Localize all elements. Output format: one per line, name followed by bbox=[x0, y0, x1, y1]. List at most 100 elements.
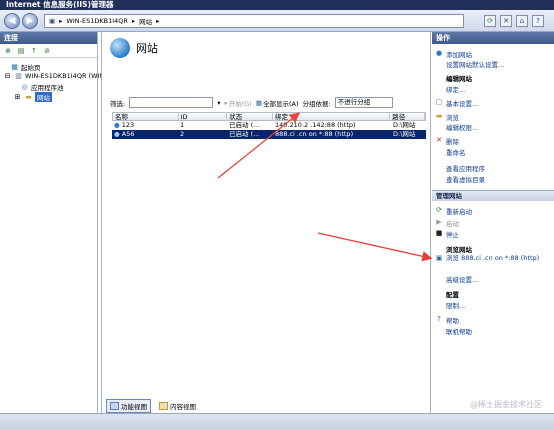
table-row[interactable]: ● A56 2 已启动 (... 888.ci .cn on *:88 (htt… bbox=[112, 130, 426, 139]
forward-button[interactable]: ▶ bbox=[22, 13, 38, 29]
column-name[interactable]: 名称 bbox=[113, 113, 179, 120]
refresh-icon[interactable]: ⟳ bbox=[484, 15, 496, 27]
app-pool-icon: ◎ bbox=[21, 83, 28, 91]
site-globe-icon: ● bbox=[114, 121, 120, 129]
filter-dropdown-icon[interactable]: ▾ bbox=[217, 99, 220, 107]
action-help[interactable]: ? 帮助 bbox=[435, 315, 459, 325]
site-id-cell: 1 bbox=[180, 121, 185, 129]
breadcrumb-server[interactable]: WIN-ES1DKB1I4QR bbox=[66, 17, 127, 25]
section-browse-site: 浏览网站 bbox=[435, 244, 472, 254]
action-site-defaults[interactable]: 设置网站默认设置... bbox=[435, 59, 504, 69]
filter-bar: 筛选: ▾ ▸ 开始(G) ▦ 全部显示(A) 分组依据: 不进行分组 bbox=[110, 96, 428, 109]
action-restart[interactable]: ⟳ 重新启动 bbox=[435, 206, 472, 216]
tab-features-view[interactable]: 功能视图 bbox=[106, 399, 151, 413]
tab-content-view[interactable]: 内容视图 bbox=[155, 399, 200, 413]
blank-icon bbox=[435, 147, 443, 155]
blank-icon bbox=[435, 84, 443, 92]
actions-header: 操作 bbox=[432, 32, 554, 44]
actions-pane: 操作 ● 添加网站 设置网站默认设置... 编辑网站 绑定... ▢ 基本设置.… bbox=[432, 32, 554, 429]
blank-icon bbox=[435, 163, 443, 171]
site-name-cell: ● A56 bbox=[114, 130, 135, 138]
status-bar bbox=[0, 413, 554, 429]
tree-item-start-page[interactable]: ▦ 起始页 bbox=[10, 62, 40, 72]
add-site-icon: ● bbox=[435, 49, 443, 57]
site-binding-cell: 140.210.2 .142:88 (http) bbox=[275, 121, 356, 129]
restart-icon: ⟳ bbox=[436, 206, 442, 214]
blank-icon bbox=[435, 326, 443, 334]
page-title: 网站 bbox=[136, 42, 158, 55]
sites-table: 名称 ID 状态 绑定 路径 ● 123 1 已启动 (... 140.210.… bbox=[112, 112, 426, 139]
site-path-cell: D:\网站 bbox=[393, 121, 416, 129]
delete-icon: ✕ bbox=[436, 136, 442, 144]
table-row[interactable]: ● 123 1 已启动 (... 140.210.2 .142:88 (http… bbox=[112, 121, 426, 130]
action-edit-permissions[interactable]: 编辑权限... bbox=[435, 122, 478, 132]
blank-icon bbox=[435, 174, 443, 182]
action-view-virtual-dirs[interactable]: 查看虚拟目录 bbox=[435, 174, 485, 184]
action-advanced-settings[interactable]: 高级设置... bbox=[435, 274, 478, 284]
group-by-label: 分组依据: bbox=[302, 99, 331, 108]
action-rename[interactable]: 重命名 bbox=[435, 147, 466, 157]
tree-item-server[interactable]: ⊟ ▥ WIN-ES1DKB1I4QR (WIN bbox=[3, 72, 105, 80]
action-add-site[interactable]: ● 添加网站 bbox=[435, 49, 472, 59]
connections-toolbar: ⊕ ▤ ↑ ⊘ bbox=[0, 44, 97, 58]
action-delete[interactable]: ✕ 删除 bbox=[435, 136, 459, 146]
action-basic-settings[interactable]: ▢ 基本设置... bbox=[435, 98, 479, 108]
blank-icon bbox=[435, 300, 443, 308]
action-browse-site[interactable]: ▣ 浏览 888.ci .cn on *:88 (http) bbox=[435, 254, 553, 262]
home-nav-icon[interactable]: ⌂ bbox=[516, 15, 528, 27]
group-by-select[interactable]: 不进行分组 bbox=[334, 97, 393, 108]
up-icon[interactable]: ↑ bbox=[29, 46, 39, 56]
home-icon: ▣ bbox=[49, 17, 56, 25]
content-view-icon bbox=[159, 402, 168, 410]
blank-icon bbox=[435, 122, 443, 130]
features-view-icon bbox=[110, 402, 119, 410]
start-icon: ▶ bbox=[436, 218, 442, 226]
action-limits[interactable]: 限制... bbox=[435, 300, 465, 310]
column-state[interactable]: 状态 bbox=[227, 113, 273, 120]
view-tabs: 功能视图 内容视图 bbox=[106, 399, 200, 413]
sites-globe-icon bbox=[110, 38, 130, 58]
action-view-applications[interactable]: 查看应用程序 bbox=[435, 163, 485, 173]
show-all-button[interactable]: ▦ 全部显示(A) bbox=[256, 98, 299, 108]
expand-icon[interactable]: ⊞ bbox=[13, 93, 22, 101]
column-path[interactable]: 路径 bbox=[390, 113, 425, 120]
start-filter-icon: ▸ bbox=[224, 98, 228, 107]
site-state-cell: 已启动 (... bbox=[229, 130, 260, 138]
tree-item-sites[interactable]: ⊞ ▬ 网站 bbox=[13, 92, 52, 102]
site-name-cell: ● 123 bbox=[114, 121, 135, 129]
tree-item-app-pools[interactable]: ◎ 应用程序池 bbox=[20, 82, 63, 92]
action-bindings[interactable]: 绑定... bbox=[435, 84, 465, 94]
column-id[interactable]: ID bbox=[179, 113, 228, 120]
site-id-cell: 2 bbox=[180, 130, 185, 138]
table-header: 名称 ID 状态 绑定 路径 bbox=[112, 112, 426, 121]
filter-start-button[interactable]: ▸ 开始(G) bbox=[224, 98, 251, 108]
action-explore[interactable]: ▬ 浏览 bbox=[435, 112, 459, 122]
blank-icon bbox=[435, 274, 443, 282]
filter-label: 筛选: bbox=[110, 99, 126, 108]
back-button[interactable]: ◀ bbox=[4, 13, 20, 29]
address-bar: ◀ ▶ ▣ ▸ WIN-ES1DKB1I4QR ▸ 网站 ▸ ⟳ ✕ ⌂ ? bbox=[0, 10, 554, 32]
filter-input[interactable] bbox=[129, 97, 214, 108]
blank-icon bbox=[435, 59, 443, 67]
page-header: 网站 bbox=[110, 38, 158, 58]
start-page-icon: ▦ bbox=[11, 63, 18, 71]
column-binding[interactable]: 绑定 bbox=[273, 113, 391, 120]
manage-site-header: 管理网站 bbox=[432, 190, 554, 201]
disconnect-icon[interactable]: ⊘ bbox=[42, 46, 52, 56]
stop-icon: ■ bbox=[435, 229, 443, 237]
connect-icon[interactable]: ⊕ bbox=[3, 46, 13, 56]
settings-icon: ▢ bbox=[435, 98, 443, 106]
browse-icon: ▣ bbox=[435, 254, 443, 262]
window-title: Internet 信息服务(IIS)管理器 bbox=[0, 0, 554, 10]
action-start[interactable]: ▶ 启动 bbox=[435, 218, 459, 228]
blank-icon bbox=[435, 289, 443, 297]
stop-nav-icon[interactable]: ✕ bbox=[500, 15, 512, 27]
breadcrumb-sites[interactable]: 网站 bbox=[139, 16, 152, 26]
collapse-icon[interactable]: ⊟ bbox=[3, 72, 12, 80]
breadcrumb[interactable]: ▣ ▸ WIN-ES1DKB1I4QR ▸ 网站 ▸ bbox=[44, 14, 464, 28]
help-nav-icon[interactable]: ? bbox=[532, 15, 544, 27]
breadcrumb-separator-icon: ▸ bbox=[156, 17, 160, 25]
save-icon[interactable]: ▤ bbox=[16, 46, 26, 56]
action-online-help[interactable]: 联机帮助 bbox=[435, 326, 472, 336]
action-stop[interactable]: ■ 停止 bbox=[435, 229, 459, 239]
